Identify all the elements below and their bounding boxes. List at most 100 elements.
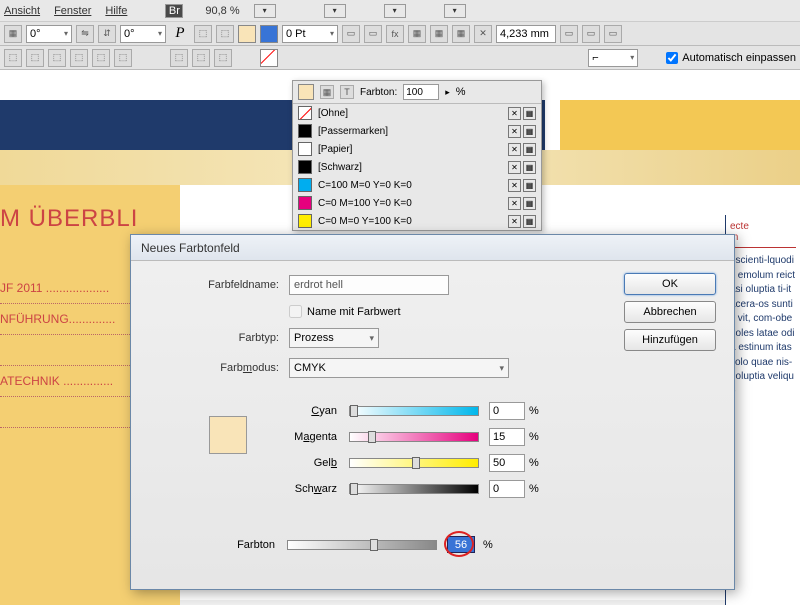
highlight-circle bbox=[444, 531, 474, 557]
fill-swatch[interactable] bbox=[238, 25, 256, 43]
doc-right-column: ecte m escienti-lquodis emolum reictasi … bbox=[725, 215, 800, 605]
stroke-weight[interactable]: 0 Pt bbox=[282, 25, 338, 43]
schwarz-value[interactable]: 0 bbox=[489, 480, 525, 498]
measure-field[interactable]: 4,233 mm bbox=[496, 25, 556, 43]
icon-r2-9[interactable]: ⬚ bbox=[214, 49, 232, 67]
swatch-name: [Passermarken] bbox=[318, 126, 502, 137]
gelb-label: Gelb bbox=[149, 457, 349, 469]
wrap-icon-3[interactable]: ▦ bbox=[452, 25, 470, 43]
swatch-color-icon bbox=[298, 214, 312, 228]
icon-1[interactable]: ▦ bbox=[4, 25, 22, 43]
swatch-mode-icon[interactable]: ▦ bbox=[320, 85, 334, 99]
crop-icon[interactable]: ✕ bbox=[474, 25, 492, 43]
swatch-row[interactable]: C=100 M=0 Y=0 K=0✕▦ bbox=[293, 176, 541, 194]
zoom-dropdown[interactable] bbox=[254, 4, 276, 18]
icon-r2-2[interactable]: ⬚ bbox=[26, 49, 44, 67]
icon-r2-1[interactable]: ⬚ bbox=[4, 49, 22, 67]
swatch-t-icon[interactable]: T bbox=[340, 85, 354, 99]
cyan-slider[interactable] bbox=[349, 406, 479, 416]
swatch-color-icon bbox=[298, 160, 312, 174]
rotate-select[interactable]: 0° bbox=[26, 25, 72, 43]
doc-right-subhead: ecte m bbox=[730, 221, 796, 245]
swatch-type-icon: ✕ bbox=[508, 161, 521, 174]
color-mode-label: Farbmodus: bbox=[149, 362, 289, 374]
paragraph-icon[interactable]: P bbox=[170, 25, 190, 43]
swatch-row[interactable]: [Papier]✕▦ bbox=[293, 140, 541, 158]
icon-a[interactable]: ⬚ bbox=[194, 25, 212, 43]
swatch-type-icon: ✕ bbox=[508, 125, 521, 138]
fit-icon-3[interactable]: ▭ bbox=[604, 25, 622, 43]
icon-d[interactable]: ▭ bbox=[364, 25, 382, 43]
flip-v-icon[interactable]: ⇵ bbox=[98, 25, 116, 43]
swatch-mode-icon: ▦ bbox=[523, 125, 536, 138]
swatch-mode-icon: ▦ bbox=[523, 161, 536, 174]
autofit-checkbox[interactable]: Automatisch einpassen bbox=[666, 52, 796, 64]
stroke-swatch[interactable] bbox=[260, 25, 278, 43]
doc-right-body: escienti-lquodis emolum reictasi oluptia… bbox=[730, 254, 796, 399]
screen-mode-icon[interactable] bbox=[324, 4, 346, 18]
icon-b[interactable]: ⬚ bbox=[216, 25, 234, 43]
icon-r2-3[interactable]: ⬚ bbox=[48, 49, 66, 67]
farbton-label: Farbton: bbox=[360, 87, 397, 98]
swatch-row[interactable]: [Ohne]✕▦ bbox=[293, 104, 541, 122]
swatch-row[interactable]: [Schwarz]✕▦ bbox=[293, 158, 541, 176]
icon-c[interactable]: ▭ bbox=[342, 25, 360, 43]
swatch-row[interactable]: C=0 M=100 Y=0 K=0✕▦ bbox=[293, 194, 541, 212]
farbton-input[interactable] bbox=[403, 84, 439, 100]
wrap-icon-1[interactable]: ▦ bbox=[408, 25, 426, 43]
swatch-type-icon: ✕ bbox=[508, 179, 521, 192]
swatch-color-icon bbox=[298, 196, 312, 210]
swatch-color-icon bbox=[298, 142, 312, 156]
cancel-button[interactable]: Abbrechen bbox=[624, 301, 716, 323]
icon-r2-8[interactable]: ⬚ bbox=[192, 49, 210, 67]
magenta-slider[interactable] bbox=[349, 432, 479, 442]
arrange-icon[interactable] bbox=[384, 4, 406, 18]
wrap-icon-2[interactable]: ▦ bbox=[430, 25, 448, 43]
swatches-header: ▦ T Farbton: ▸ % bbox=[293, 81, 541, 104]
fit-icon-1[interactable]: ▭ bbox=[560, 25, 578, 43]
name-with-value-checkbox[interactable]: Name mit Farbwert bbox=[289, 305, 401, 318]
swatch-name: C=100 M=0 Y=0 K=0 bbox=[318, 180, 502, 191]
menu-fenster[interactable]: Fenster bbox=[54, 5, 91, 17]
cyan-value[interactable]: 0 bbox=[489, 402, 525, 420]
bridge-icon[interactable]: Br bbox=[165, 4, 183, 18]
menu-ansicht[interactable]: Ansicht bbox=[4, 5, 40, 17]
swatch-name-input[interactable] bbox=[289, 275, 449, 295]
color-mode-select[interactable]: CMYK bbox=[289, 358, 509, 378]
workspace-icon[interactable] bbox=[444, 4, 466, 18]
current-swatch-icon[interactable] bbox=[298, 84, 314, 100]
swatch-row[interactable]: [Passermarken] ✕▦ bbox=[293, 122, 541, 140]
zoom-level[interactable]: 90,8 % bbox=[205, 5, 239, 17]
menu-bar: Ansicht Fenster Hilfe Br 90,8 % bbox=[0, 0, 800, 22]
shear-select[interactable]: 0° bbox=[120, 25, 166, 43]
fx-icon[interactable]: fx bbox=[386, 25, 404, 43]
corner-select[interactable]: ⌐ bbox=[588, 49, 638, 67]
swatch-name: C=0 M=100 Y=0 K=0 bbox=[318, 198, 502, 209]
gelb-value[interactable]: 50 bbox=[489, 454, 525, 472]
ok-button[interactable]: OK bbox=[624, 273, 716, 295]
color-type-select[interactable]: Prozess bbox=[289, 328, 379, 348]
fit-icon-2[interactable]: ▭ bbox=[582, 25, 600, 43]
menu-hilfe[interactable]: Hilfe bbox=[105, 5, 127, 17]
magenta-value[interactable]: 15 bbox=[489, 428, 525, 446]
icon-r2-5[interactable]: ⬚ bbox=[92, 49, 110, 67]
swatch-type-icon: ✕ bbox=[508, 107, 521, 120]
magenta-label: Magenta bbox=[149, 431, 349, 443]
icon-r2-7[interactable]: ⬚ bbox=[170, 49, 188, 67]
swatch-row[interactable]: C=0 M=0 Y=100 K=0✕▦ bbox=[293, 212, 541, 230]
swatch-name: C=0 M=0 Y=100 K=0 bbox=[318, 216, 502, 227]
new-tint-swatch-dialog: Neues Farbtonfeld OK Abbrechen Hinzufüge… bbox=[130, 234, 735, 590]
control-bar-1: ▦ 0° ⇋ ⇵ 0° P ⬚ ⬚ 0 Pt ▭ ▭ fx ▦ ▦ ▦ ✕ 4,… bbox=[0, 22, 800, 46]
icon-r2-6[interactable]: ⬚ bbox=[114, 49, 132, 67]
gelb-slider[interactable] bbox=[349, 458, 479, 468]
farbton-slider[interactable] bbox=[287, 540, 437, 550]
schwarz-slider[interactable] bbox=[349, 484, 479, 494]
add-button[interactable]: Hinzufügen bbox=[624, 329, 716, 351]
farbton-pct: % bbox=[456, 86, 466, 98]
none-swatch-icon[interactable] bbox=[260, 49, 278, 67]
control-bar-2: ⬚ ⬚ ⬚ ⬚ ⬚ ⬚ ⬚ ⬚ ⬚ ⌐ Automatisch einpasse… bbox=[0, 46, 800, 70]
swatch-name: [Papier] bbox=[318, 144, 502, 155]
icon-r2-4[interactable]: ⬚ bbox=[70, 49, 88, 67]
swatch-color-icon bbox=[298, 124, 312, 138]
flip-h-icon[interactable]: ⇋ bbox=[76, 25, 94, 43]
